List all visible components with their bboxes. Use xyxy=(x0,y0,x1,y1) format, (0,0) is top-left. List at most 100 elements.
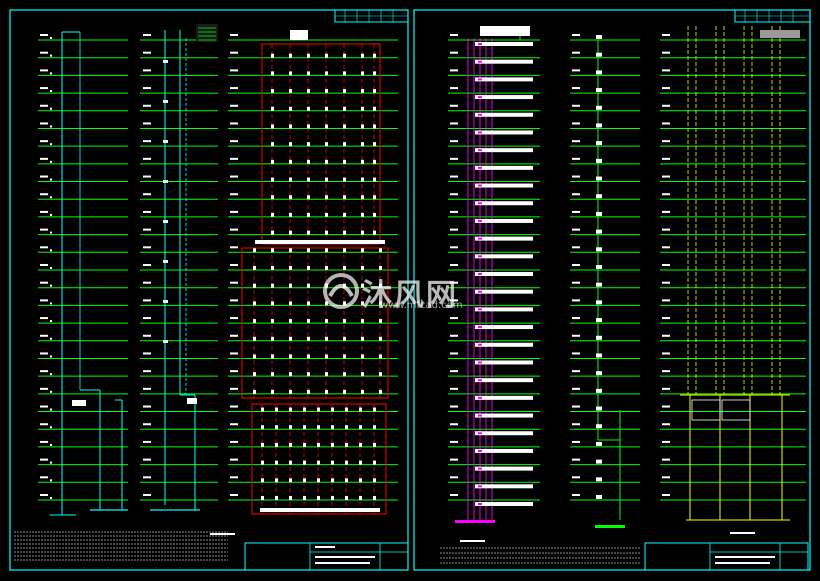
sprinkler-head xyxy=(379,354,382,359)
sprinkler-head xyxy=(343,248,346,253)
floor-level-label xyxy=(230,299,238,302)
sprinkler-head xyxy=(325,266,328,270)
floor-level-label xyxy=(40,87,48,90)
valve-mark xyxy=(596,88,602,93)
floor-level-mark xyxy=(50,320,52,323)
sprinkler-head xyxy=(303,425,306,430)
sprinkler-head xyxy=(289,372,292,377)
floor-level-mark xyxy=(50,443,52,446)
floor-level-label xyxy=(143,87,151,90)
floor-level-label xyxy=(662,210,670,213)
sprinkler-head xyxy=(271,212,274,217)
sprinkler-head xyxy=(261,478,264,483)
sprinkler-head xyxy=(343,336,346,341)
fixture-mark xyxy=(478,343,482,346)
valve-mark xyxy=(596,459,602,464)
sprinkler-head xyxy=(307,177,310,182)
sprinkler-head xyxy=(307,248,310,253)
sprinkler-head xyxy=(359,478,362,483)
floor-level-label xyxy=(572,157,580,160)
branch-fixture xyxy=(475,183,533,188)
sprinkler-head xyxy=(361,301,364,306)
sprinkler-head xyxy=(373,496,376,500)
valve-mark xyxy=(163,140,168,143)
valve-mark xyxy=(596,123,602,128)
floor-level-label xyxy=(40,104,48,107)
floor-level-label xyxy=(572,140,580,143)
floor-level-label xyxy=(572,405,580,408)
titleblock-text xyxy=(315,546,335,548)
sprinkler-head xyxy=(373,71,376,76)
sprinkler-head xyxy=(359,442,362,447)
sprinkler-head xyxy=(289,106,292,111)
floor-level-label xyxy=(662,458,670,461)
floor-level-label xyxy=(40,370,48,373)
floor-level-label xyxy=(450,51,458,54)
floor-level-mark xyxy=(50,37,52,39)
floor-level-label xyxy=(143,352,151,355)
sprinkler-head xyxy=(325,195,328,200)
sprinkler-head xyxy=(271,266,274,270)
floor-level-label xyxy=(40,317,48,320)
floor-level-label xyxy=(40,334,48,337)
floor-level-label xyxy=(662,264,670,266)
sprinkler-head xyxy=(289,407,292,412)
sprinkler-head xyxy=(345,425,348,430)
valve-mark xyxy=(596,265,602,269)
floor-level-label xyxy=(450,440,458,443)
branch-fixture xyxy=(475,272,533,276)
sprinkler-head xyxy=(343,71,346,76)
valve-mark xyxy=(163,260,168,263)
floor-level-label xyxy=(450,387,458,390)
roof-vent xyxy=(480,26,530,36)
sprinkler-head xyxy=(253,319,256,324)
bottom-ring-main xyxy=(260,508,380,512)
titleblock-text xyxy=(715,562,770,564)
sprinkler-head xyxy=(325,53,328,58)
valve-mark xyxy=(596,211,602,216)
floor-level-label xyxy=(450,69,458,72)
fixture-mark xyxy=(478,467,482,470)
floor-level-label xyxy=(572,476,580,479)
background xyxy=(0,0,820,581)
valve-mark xyxy=(596,388,602,393)
floor-level-label xyxy=(572,51,580,54)
floor-level-label xyxy=(572,246,580,249)
sprinkler-head xyxy=(303,407,306,412)
sprinkler-head xyxy=(303,442,306,447)
valve-mark xyxy=(596,141,602,146)
sprinkler-head xyxy=(307,372,310,377)
sprinkler-head xyxy=(261,460,264,465)
floor-level-mark xyxy=(50,426,52,429)
branch-fixture xyxy=(475,466,533,471)
floor-level-label xyxy=(230,193,238,196)
sprinkler-head xyxy=(289,425,292,430)
sprinkler-head xyxy=(289,478,292,483)
floor-level-label xyxy=(450,140,458,143)
branch-fixture xyxy=(475,254,533,259)
floor-level-label xyxy=(450,228,458,231)
sprinkler-head xyxy=(271,106,274,111)
sprinkler-head xyxy=(373,442,376,447)
valve-mark xyxy=(596,194,602,199)
floor-level-label xyxy=(40,458,48,461)
floor-level-label xyxy=(572,210,580,213)
sprinkler-head xyxy=(271,230,274,235)
fixture-mark xyxy=(478,273,482,275)
sprinkler-head xyxy=(275,425,278,430)
sprinkler-head xyxy=(253,248,256,253)
fixture-mark xyxy=(478,149,482,152)
floor-level-label xyxy=(572,281,580,284)
sprinkler-head xyxy=(307,319,310,324)
sprinkler-head xyxy=(361,89,364,94)
sprinkler-head xyxy=(307,283,310,288)
sprinkler-head xyxy=(289,354,292,359)
sprinkler-head xyxy=(275,496,278,500)
floor-level-label xyxy=(450,405,458,408)
sprinkler-head xyxy=(325,71,328,76)
sprinkler-head xyxy=(289,496,292,500)
sprinkler-head xyxy=(373,124,376,129)
sprinkler-head xyxy=(343,177,346,182)
floor-level-label xyxy=(40,157,48,160)
floor-level-label xyxy=(662,69,670,72)
